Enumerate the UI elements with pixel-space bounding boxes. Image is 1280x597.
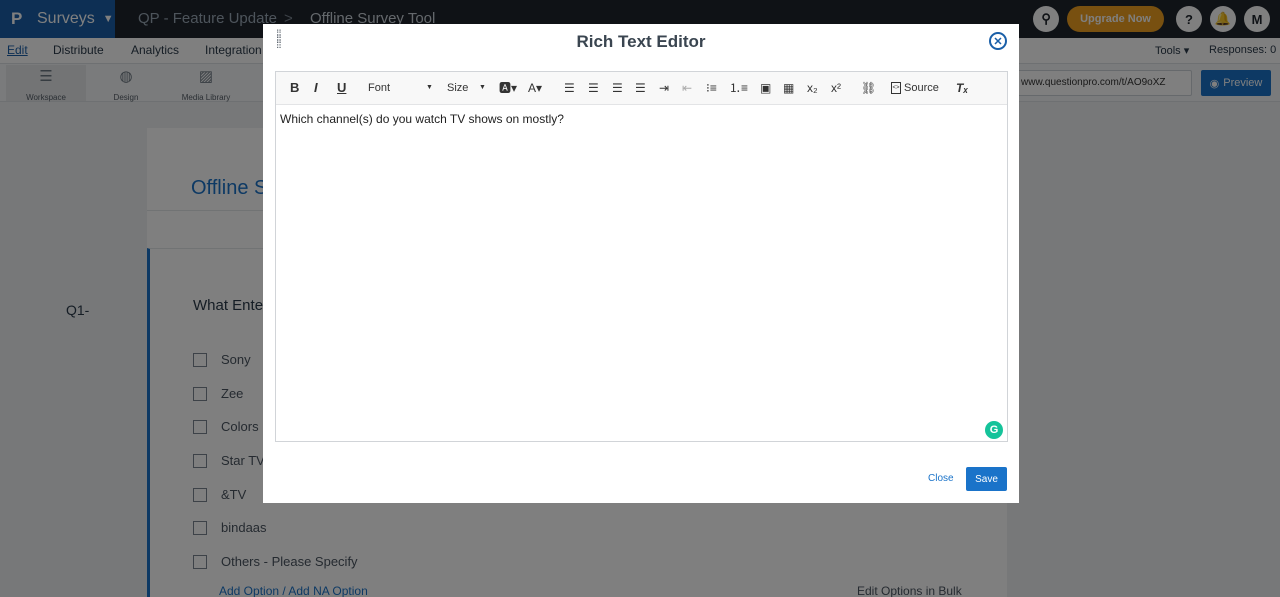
subscript-icon[interactable]: x₂ xyxy=(807,80,818,96)
bold-button[interactable]: B xyxy=(290,80,299,96)
font-label: Font xyxy=(368,82,391,94)
source-button[interactable]: <> Source xyxy=(891,80,939,96)
align-center-icon[interactable]: ☰ xyxy=(588,80,599,96)
align-right-icon[interactable]: ☰ xyxy=(612,80,623,96)
source-icon: <> xyxy=(891,82,901,94)
rich-text-editor: B I U Font ▼ Size ▼ 🅰▾ A▾ ☰ ☰ ☰ ☰ ⇥ ⇤ ⁝≡ ⒈… xyxy=(275,71,1008,442)
close-button[interactable]: Close xyxy=(928,473,954,484)
editor-toolbar: B I U Font ▼ Size ▼ 🅰▾ A▾ ☰ ☰ ☰ ☰ ⇥ ⇤ ⁝≡ ⒈… xyxy=(276,72,1007,105)
text-color-icon[interactable]: A▾ xyxy=(528,80,542,96)
link-icon[interactable]: ⛓ xyxy=(861,80,876,96)
bulleted-list-icon[interactable]: ⁝≡ xyxy=(706,80,717,96)
rich-text-editor-dialog: ⁞⁞ ⁞⁞ ⁞⁞ Rich Text Editor ✕ B I U Font ▼ Si… xyxy=(263,24,1019,503)
align-left-icon[interactable]: ☰ xyxy=(564,80,575,96)
close-icon[interactable]: ✕ xyxy=(989,32,1007,50)
size-dropdown[interactable]: Size ▼ xyxy=(447,80,487,96)
size-label: Size xyxy=(447,82,469,94)
caret-down-icon: ▼ xyxy=(426,84,433,91)
editor-content[interactable]: Which channel(s) do you watch TV shows o… xyxy=(280,112,564,126)
image-icon[interactable]: ▣ xyxy=(760,80,771,96)
numbered-list-icon[interactable]: ⒈≡ xyxy=(729,80,748,96)
italic-button[interactable]: I xyxy=(314,80,318,96)
dialog-title: Rich Text Editor xyxy=(576,32,706,51)
font-dropdown[interactable]: Font ▼ xyxy=(368,80,433,96)
outdent-icon[interactable]: ⇤ xyxy=(682,80,692,96)
caret-down-icon: ▼ xyxy=(479,84,486,91)
table-icon[interactable]: ▦ xyxy=(783,80,794,96)
underline-button[interactable]: U xyxy=(337,80,346,96)
superscript-icon[interactable]: x² xyxy=(831,80,841,96)
remove-format-icon[interactable]: Tₓ xyxy=(956,80,968,96)
background-color-icon[interactable]: 🅰▾ xyxy=(499,80,517,96)
justify-icon[interactable]: ☰ xyxy=(635,80,646,96)
indent-icon[interactable]: ⇥ xyxy=(659,80,669,96)
grammarly-icon[interactable]: G xyxy=(985,421,1003,439)
source-label: Source xyxy=(904,82,939,94)
save-button[interactable]: Save xyxy=(966,467,1007,491)
